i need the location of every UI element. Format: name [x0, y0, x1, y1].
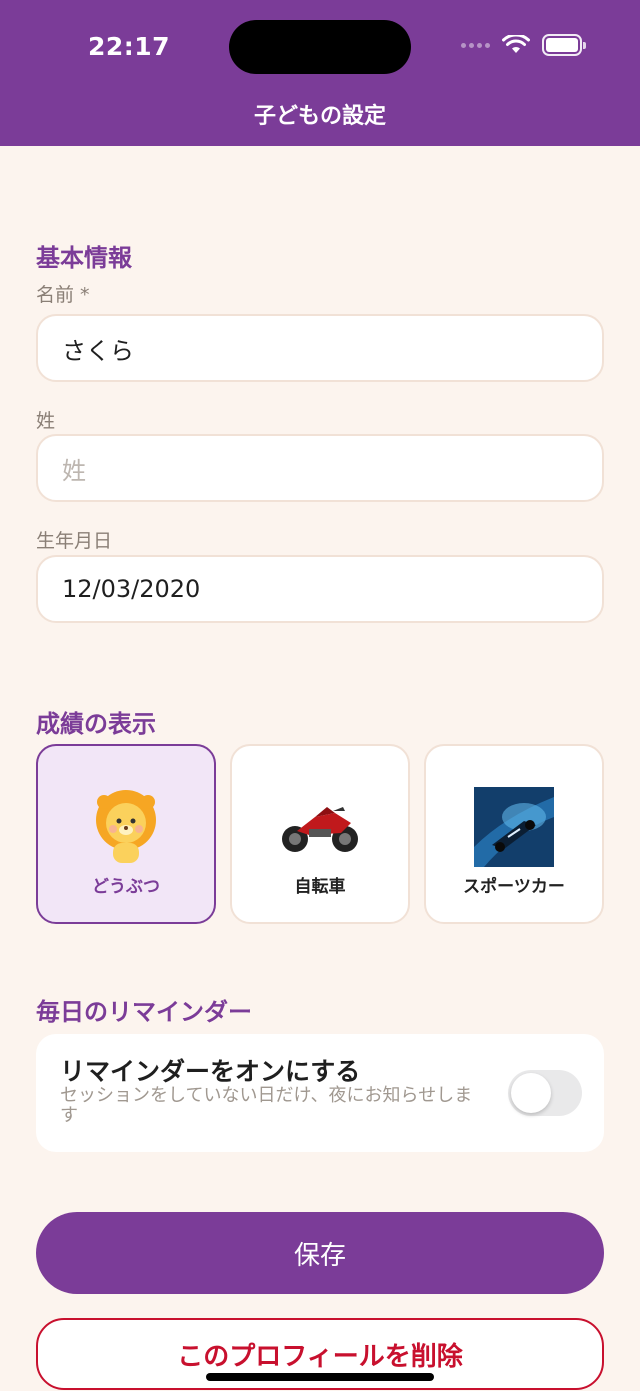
display-option-label: スポーツカー [463, 876, 565, 897]
birthdate-value: 12/03/2020 [62, 575, 201, 603]
reminder-card: リマインダーをオンにする セッションをしていない日だけ、夜にお知らせします [36, 1034, 604, 1152]
race-car-icon [473, 786, 555, 868]
birthdate-input[interactable]: 12/03/2020 [36, 555, 604, 623]
display-option-label: 自転車 [294, 876, 346, 897]
lion-icon [85, 786, 167, 868]
reminder-section-title: 毎日のリマインダー [36, 998, 252, 1026]
first-name-label: 名前 * [36, 284, 90, 306]
last-name-placeholder: 姓 [62, 456, 86, 485]
last-name-input[interactable]: 姓 [36, 434, 604, 502]
motorcycle-icon [279, 786, 361, 868]
wifi-icon [502, 35, 530, 53]
first-name-value: さくら [62, 336, 134, 365]
display-option-label: どうぶつ [92, 876, 160, 897]
display-option-sportscar[interactable]: スポーツカー [424, 744, 604, 924]
birthdate-label: 生年月日 [36, 530, 113, 552]
last-name-label: 姓 [36, 410, 56, 432]
status-time: 22:17 [88, 32, 171, 61]
save-button[interactable]: 保存 [36, 1212, 604, 1294]
first-name-input[interactable]: さくら [36, 314, 604, 382]
display-title: 成績の表示 [36, 710, 156, 738]
display-option-bike[interactable]: 自転車 [230, 744, 410, 924]
reminder-title: リマインダーをオンにする [60, 1057, 361, 1086]
cellular-signal-icon [461, 42, 490, 48]
battery-icon [542, 34, 586, 56]
page-title: 子どもの設定 [253, 104, 386, 129]
reminder-toggle[interactable] [508, 1070, 582, 1116]
home-indicator [206, 1373, 434, 1381]
display-option-animal[interactable]: どうぶつ [36, 744, 216, 924]
toggle-knob [511, 1073, 551, 1113]
header-bar: 22:17 子どもの設定 [0, 0, 640, 146]
display-options: どうぶつ 自転車 スポーツカー [36, 744, 604, 924]
reminder-description: セッションをしていない日だけ、夜にお知らせします [60, 1085, 473, 1126]
dynamic-island [229, 20, 411, 74]
status-icons [461, 34, 586, 56]
basic-info-title: 基本情報 [36, 244, 132, 272]
